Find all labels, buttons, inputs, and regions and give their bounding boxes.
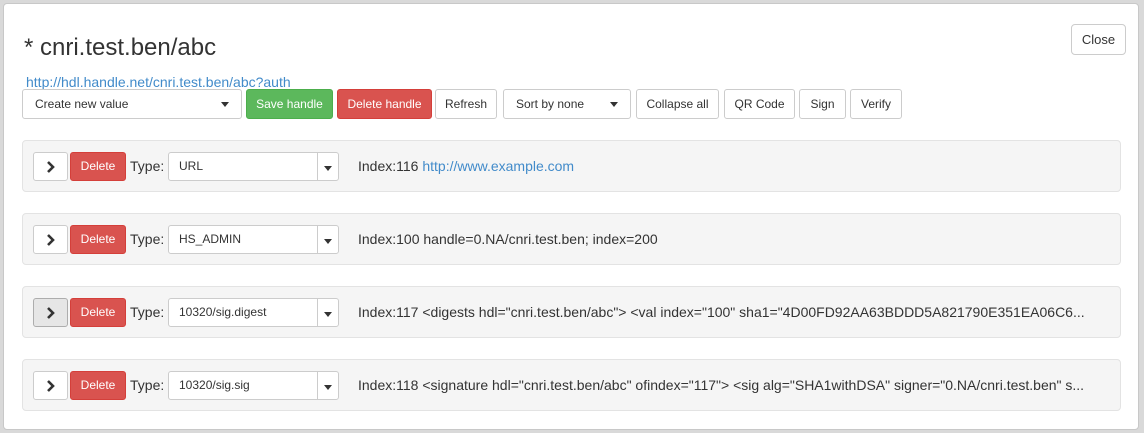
delete-value-button[interactable]: Delete — [70, 152, 126, 181]
chevron-down-icon — [324, 239, 332, 244]
verify-button[interactable]: Verify — [850, 89, 902, 119]
page-title: * cnri.test.ben/abc — [24, 34, 217, 61]
value-row: Delete Type: URL Index:116 http://www.ex… — [22, 140, 1121, 192]
value-row: Delete Type: 10320/sig.sig Index:118 <si… — [22, 359, 1121, 411]
sort-select-label: Sort by none — [516, 97, 585, 111]
value-text: handle=0.NA/cnri.test.ben; index=200 — [423, 231, 658, 247]
value-info: Index:116 http://www.example.com — [358, 158, 574, 174]
value-link[interactable]: http://www.example.com — [422, 158, 574, 174]
expand-button[interactable] — [33, 298, 68, 327]
value-info: Index:118 <signature hdl="cnri.test.ben/… — [358, 377, 1084, 393]
value-row: Delete Type: HS_ADMIN Index:100 handle=0… — [22, 213, 1121, 265]
expand-button[interactable] — [33, 225, 68, 254]
chevron-down-icon — [324, 312, 332, 317]
handle-url-link[interactable]: http://hdl.handle.net/cnri.test.ben/abc?… — [26, 74, 291, 90]
chevron-right-icon — [47, 161, 55, 173]
chevron-down-icon — [324, 385, 332, 390]
sign-button[interactable]: Sign — [799, 89, 846, 119]
type-label: Type: — [130, 304, 165, 320]
create-value-select[interactable]: Create new value — [22, 89, 242, 119]
type-label: Type: — [130, 231, 165, 247]
collapse-all-button[interactable]: Collapse all — [636, 89, 719, 119]
value-index: Index:117 — [358, 304, 419, 320]
close-button[interactable]: Close — [1071, 24, 1126, 55]
type-input[interactable]: 10320/sig.sig — [168, 371, 318, 400]
delete-value-button[interactable]: Delete — [70, 225, 126, 254]
value-info: Index:100 handle=0.NA/cnri.test.ben; ind… — [358, 231, 658, 247]
value-row: Delete Type: 10320/sig.digest Index:117 … — [22, 286, 1121, 338]
chevron-right-icon — [47, 234, 55, 246]
expand-button[interactable] — [33, 152, 68, 181]
type-dropdown-button[interactable] — [317, 152, 339, 181]
value-text: <signature hdl="cnri.test.ben/abc" ofind… — [422, 377, 1085, 393]
value-index: Index:116 — [358, 158, 419, 174]
create-value-select-label: Create new value — [35, 97, 129, 111]
value-info: Index:117 <digests hdl="cnri.test.ben/ab… — [358, 304, 1085, 320]
qr-code-button[interactable]: QR Code — [724, 89, 795, 119]
refresh-button[interactable]: Refresh — [435, 89, 497, 119]
chevron-right-icon — [47, 307, 55, 319]
type-dropdown-button[interactable] — [317, 371, 339, 400]
type-label: Type: — [130, 158, 165, 174]
sort-select[interactable]: Sort by none — [503, 89, 631, 119]
type-dropdown-button[interactable] — [317, 225, 339, 254]
delete-value-button[interactable]: Delete — [70, 298, 126, 327]
chevron-down-icon — [221, 102, 229, 107]
chevron-down-icon — [324, 166, 332, 171]
delete-value-button[interactable]: Delete — [70, 371, 126, 400]
delete-handle-button[interactable]: Delete handle — [337, 89, 432, 119]
type-input[interactable]: 10320/sig.digest — [168, 298, 318, 327]
value-text: <digests hdl="cnri.test.ben/abc"> <val i… — [422, 304, 1085, 320]
chevron-right-icon — [47, 380, 55, 392]
type-input[interactable]: URL — [168, 152, 318, 181]
expand-button[interactable] — [33, 371, 68, 400]
value-index: Index:100 — [358, 231, 420, 247]
value-index: Index:118 — [358, 377, 419, 393]
type-input[interactable]: HS_ADMIN — [168, 225, 318, 254]
save-handle-button[interactable]: Save handle — [246, 89, 333, 119]
type-label: Type: — [130, 377, 165, 393]
chevron-down-icon — [610, 102, 618, 107]
type-dropdown-button[interactable] — [317, 298, 339, 327]
